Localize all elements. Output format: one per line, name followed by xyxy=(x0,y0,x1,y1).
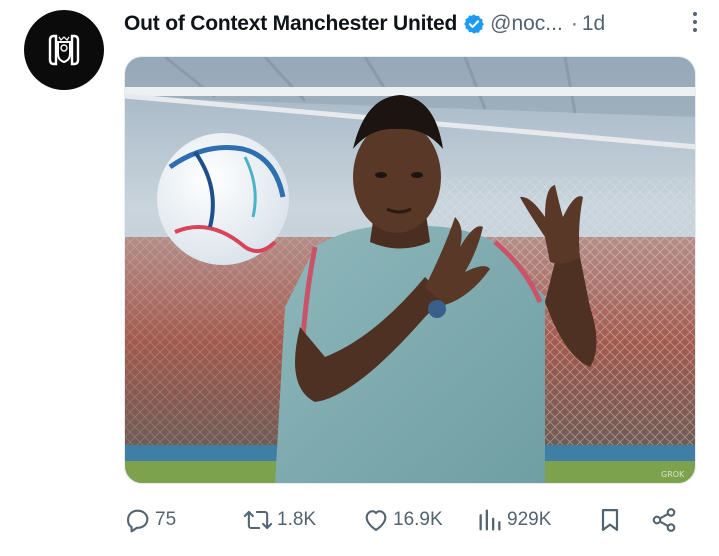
bookmark-button[interactable] xyxy=(596,502,624,538)
views-button[interactable]: 929K xyxy=(476,502,551,538)
views-chart-icon xyxy=(479,509,501,531)
image-watermark: GROK xyxy=(661,470,685,479)
post-header: Out of Context Manchester United @noc...… xyxy=(124,8,704,40)
share-icon xyxy=(652,508,676,532)
reply-icon xyxy=(127,509,149,533)
repost-icon xyxy=(243,510,273,530)
post-time[interactable]: 1d xyxy=(582,12,605,36)
like-count: 16.9K xyxy=(393,509,443,530)
action-bar: 75 1.8K 16.9K 929K xyxy=(124,502,696,538)
like-button[interactable]: 16.9K xyxy=(362,502,443,538)
verified-badge-icon xyxy=(463,13,485,35)
repost-count: 1.8K xyxy=(277,509,317,530)
reply-count: 75 xyxy=(155,509,177,530)
separator-dot: · xyxy=(570,12,578,35)
avatar[interactable] xyxy=(24,10,104,90)
bookmark-icon xyxy=(601,508,619,532)
repost-button[interactable]: 1.8K xyxy=(242,502,316,538)
club-crest-icon xyxy=(48,34,80,66)
post-image[interactable]: GROK xyxy=(124,56,696,484)
view-count: 929K xyxy=(507,509,552,530)
author-name[interactable]: Out of Context Manchester United xyxy=(124,12,457,36)
reply-button[interactable]: 75 xyxy=(124,502,176,538)
share-button[interactable] xyxy=(650,502,678,538)
heart-icon xyxy=(365,510,387,531)
more-vertical-icon[interactable] xyxy=(693,12,697,32)
author-handle[interactable]: @noc... xyxy=(490,12,563,36)
